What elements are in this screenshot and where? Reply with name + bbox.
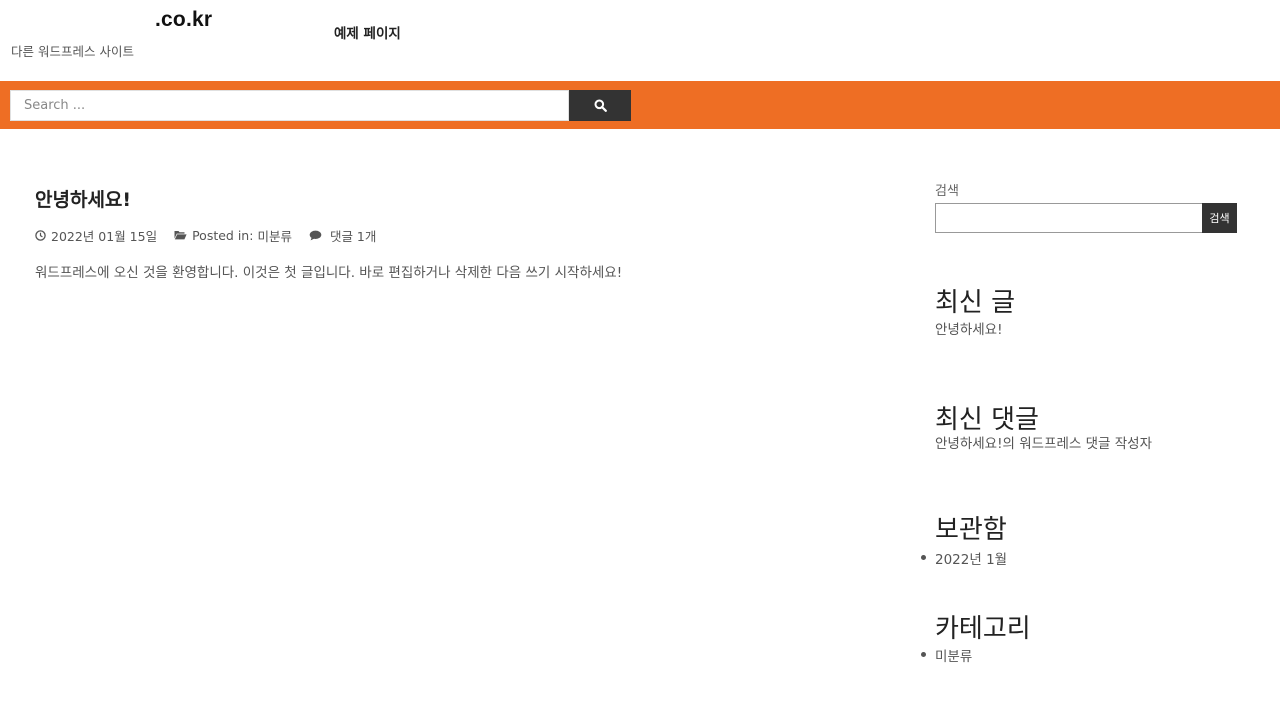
nav-item-example-page[interactable]: 예제 페이지 (334, 26, 401, 42)
categories-title: 카테고리 (935, 614, 1031, 644)
search-icon (594, 99, 607, 112)
post: 안녕하세요! 2022년 01월 15일 Posted in: 미분류 댓글 1… (35, 185, 855, 281)
header-search-bar (0, 81, 1280, 129)
recent-comment-post-link[interactable]: 안녕하세요! (935, 436, 1003, 452)
header-search-input[interactable] (10, 90, 569, 121)
post-title[interactable]: 안녕하세요! (35, 185, 855, 212)
sidebar-search-button[interactable]: 검색 (1202, 203, 1237, 233)
recent-post-link[interactable]: 안녕하세요! (935, 318, 1237, 338)
main-nav: 예제 페이지 (334, 22, 401, 42)
archive-link[interactable]: 2022년 1월 (935, 552, 1007, 568)
category-link[interactable]: 미분류 (935, 649, 972, 665)
site-tagline: 다른 워드프레스 사이트 (11, 44, 134, 59)
archives-title: 보관함 (935, 515, 1007, 545)
recent-posts-title: 최신 글 (935, 288, 1016, 318)
post-category-prefix: Posted in: (192, 227, 254, 243)
recent-comment-item: 안녕하세요!의 워드프레스 댓글 작성자 (935, 432, 1237, 452)
post-comments-link[interactable]: 댓글 1개 (330, 226, 376, 245)
recent-comment-connector: 의 (1002, 436, 1015, 452)
post-excerpt: 워드프레스에 오신 것을 환영합니다. 이것은 첫 글입니다. 바로 편집하거나… (35, 265, 623, 281)
archives-widget: 보관함 2022년 1월 (921, 509, 1237, 568)
site-title[interactable]: .co.kr (155, 8, 212, 32)
post-category: Posted in: 미분류 (174, 226, 292, 245)
recent-comments-title: 최신 댓글 (935, 405, 1039, 435)
comment-icon (309, 230, 322, 240)
post-date-text: 2022년 01월 15일 (51, 228, 158, 244)
sidebar: 검색 검색 최신 글 안녕하세요! 최신 댓글 안녕하세요!의 워드프레스 댓글… (921, 180, 1237, 665)
post-comments: 댓글 1개 (309, 226, 376, 245)
categories-list: 미분류 (921, 645, 1237, 665)
clock-icon (35, 229, 46, 241)
site-header: .co.kr 다른 워드프레스 사이트 예제 페이지 (0, 0, 1280, 81)
recent-comment-author-link[interactable]: 워드프레스 댓글 작성자 (1019, 436, 1152, 452)
recent-posts-widget: 최신 글 안녕하세요! (935, 282, 1237, 338)
category-item: 미분류 (921, 645, 1237, 665)
recent-comments-widget: 최신 댓글 안녕하세요!의 워드프레스 댓글 작성자 (935, 399, 1237, 452)
search-widget: 검색 검색 (935, 180, 1237, 233)
folder-open-icon (174, 231, 187, 240)
search-widget-label: 검색 (935, 184, 959, 199)
post-category-link[interactable]: 미분류 (257, 226, 292, 245)
search-widget-form: 검색 (935, 203, 1237, 233)
categories-widget: 카테고리 미분류 (921, 608, 1237, 665)
archive-item: 2022년 1월 (921, 548, 1237, 568)
post-date: 2022년 01월 15일 (35, 226, 157, 245)
sidebar-search-input[interactable] (935, 203, 1202, 233)
header-search-form (10, 90, 631, 121)
header-search-button[interactable] (569, 90, 631, 121)
post-meta: 2022년 01월 15일 Posted in: 미분류 댓글 1개 (35, 226, 855, 245)
archives-list: 2022년 1월 (921, 548, 1237, 568)
